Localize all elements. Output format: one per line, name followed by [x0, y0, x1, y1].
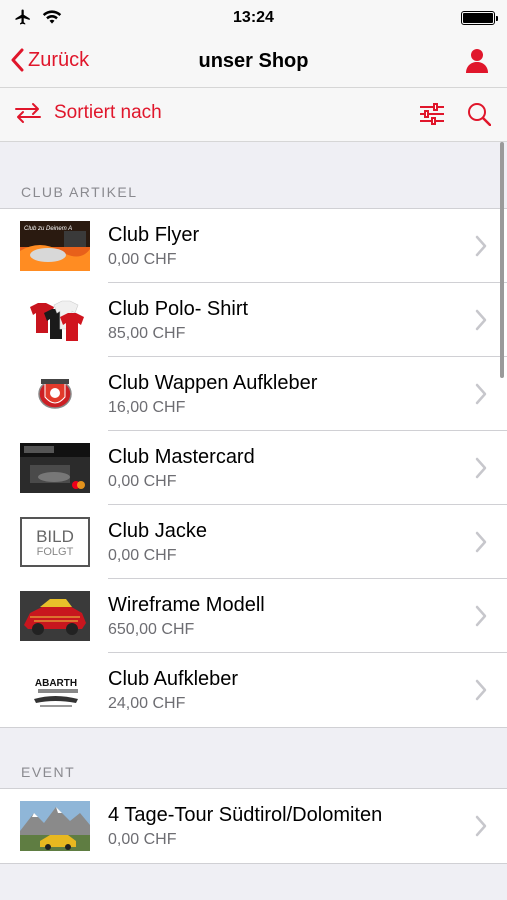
placeholder-text-folgt: FOLGT: [37, 546, 74, 558]
club-polo-shirt-thumbnail: [20, 295, 90, 345]
shop-content[interactable]: CLUB ARTIKEL Club zu Deinem A Club Flyer…: [0, 142, 507, 900]
item-title: Club Mastercard: [108, 446, 255, 468]
placeholder-text-bild: BILD: [36, 527, 74, 546]
club-wappen-aufkleber-thumbnail: [20, 369, 90, 419]
wireframe-modell-thumbnail: [20, 591, 90, 641]
item-price: 650,00 CHF: [108, 621, 195, 638]
list-item-wireframe-modell[interactable]: Wireframe Modell 650,00 CHF: [0, 579, 507, 653]
tour-suedtirol-thumbnail: [20, 801, 90, 851]
item-price: 16,00 CHF: [108, 399, 186, 416]
search-icon: [468, 103, 492, 127]
page-title: unser Shop: [198, 50, 309, 72]
toolbar: Sortiert nach: [0, 88, 507, 142]
section-header-club-artikel: CLUB ARTIKEL: [21, 184, 138, 200]
chevron-right-icon: [475, 531, 487, 553]
item-price: 24,00 CHF: [108, 695, 186, 712]
item-price: 0,00 CHF: [108, 473, 177, 490]
chevron-right-icon: [475, 815, 487, 837]
chevron-right-icon: [475, 309, 487, 331]
item-title: Club Jacke: [108, 520, 207, 542]
filter-button[interactable]: [419, 102, 445, 131]
item-title: Wireframe Modell: [108, 594, 265, 616]
list-item-tour-suedtirol[interactable]: 4 Tage-Tour Südtirol/Dolomiten 0,00 CHF: [0, 789, 507, 863]
sort-arrows-icon: [15, 103, 41, 123]
user-icon: [466, 49, 488, 73]
aufkleber-logo-text: ABARTH: [35, 678, 77, 689]
battery-icon: [461, 11, 498, 25]
club-jacke-thumbnail: BILD FOLGT: [20, 517, 90, 567]
list-item-club-jacke[interactable]: BILD FOLGT Club Jacke 0,00 CHF: [0, 505, 507, 579]
event-list: 4 Tage-Tour Südtirol/Dolomiten 0,00 CHF: [0, 788, 507, 864]
navigation-bar: Zurück unser Shop: [0, 36, 507, 88]
item-title: Club Flyer: [108, 224, 200, 246]
club-flyer-thumbnail: Club zu Deinem A: [20, 221, 90, 271]
chevron-right-icon: [475, 605, 487, 627]
list-item-club-aufkleber[interactable]: ABARTH Club Aufkleber 24,00 CHF: [0, 653, 507, 727]
list-item-club-wappen-aufkleber[interactable]: Club Wappen Aufkleber 16,00 CHF: [0, 357, 507, 431]
club-artikel-list: Club zu Deinem A Club Flyer 0,00 CHF Clu…: [0, 208, 507, 728]
chevron-right-icon: [475, 457, 487, 479]
sort-button[interactable]: Sortiert nach: [14, 102, 162, 124]
item-price: 0,00 CHF: [108, 547, 177, 564]
item-title: Club Wappen Aufkleber: [108, 372, 318, 394]
sliders-icon: [420, 103, 444, 125]
section-header-event: EVENT: [21, 764, 76, 780]
profile-button[interactable]: [465, 48, 489, 79]
chevron-right-icon: [475, 679, 487, 701]
club-aufkleber-thumbnail: ABARTH: [20, 665, 90, 715]
club-mastercard-thumbnail: [20, 443, 90, 493]
item-title: 4 Tage-Tour Südtirol/Dolomiten: [108, 804, 383, 826]
item-title: Club Aufkleber: [108, 668, 239, 690]
flyer-thumb-text: Club zu Deinem A: [24, 226, 72, 232]
chevron-right-icon: [475, 235, 487, 257]
status-bar: 13:24: [0, 0, 507, 36]
scrollbar[interactable]: [500, 142, 504, 378]
status-time: 13:24: [233, 9, 274, 26]
search-button[interactable]: [467, 102, 492, 131]
item-title: Club Polo- Shirt: [108, 298, 249, 320]
chevron-right-icon: [475, 383, 487, 405]
item-price: 0,00 CHF: [108, 251, 177, 268]
sort-label: Sortiert nach: [54, 102, 162, 123]
list-item-club-flyer[interactable]: Club zu Deinem A Club Flyer 0,00 CHF: [0, 209, 507, 283]
list-item-club-polo-shirt[interactable]: Club Polo- Shirt 85,00 CHF: [0, 283, 507, 357]
item-price: 85,00 CHF: [108, 325, 186, 342]
item-price: 0,00 CHF: [108, 831, 177, 848]
list-item-club-mastercard[interactable]: Club Mastercard 0,00 CHF: [0, 431, 507, 505]
